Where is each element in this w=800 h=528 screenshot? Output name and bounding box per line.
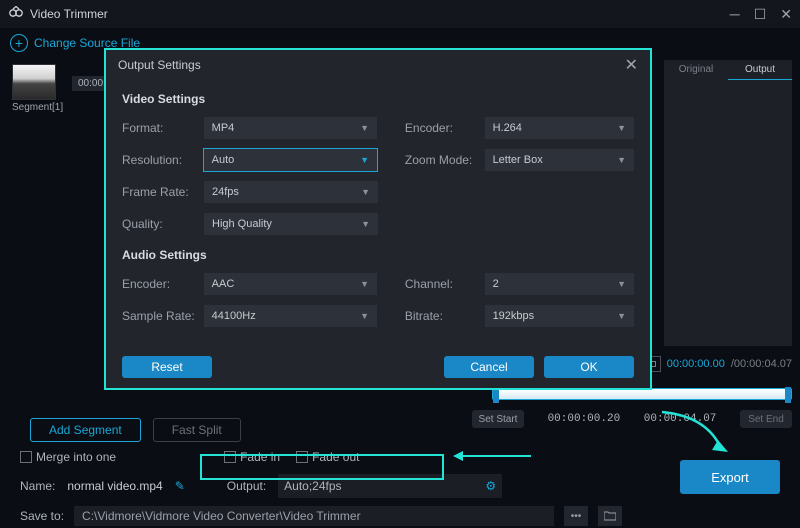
- dialog-close-icon[interactable]: ✕: [625, 55, 638, 75]
- audio-settings-heading: Audio Settings: [122, 248, 634, 262]
- change-source-link[interactable]: Change Source File: [34, 36, 140, 50]
- resolution-select[interactable]: Auto▼: [204, 149, 377, 171]
- close-icon[interactable]: ✕: [780, 6, 792, 23]
- output-settings-dialog: Output Settings ✕ Video Settings Format:…: [106, 50, 650, 388]
- dialog-title: Output Settings: [118, 58, 201, 72]
- chevron-down-icon: ▼: [617, 311, 626, 321]
- output-settings-gear-icon[interactable]: ⚙: [485, 479, 496, 493]
- zoom-select[interactable]: Letter Box▼: [485, 149, 634, 171]
- encoder-select[interactable]: H.264▼: [485, 117, 634, 139]
- quality-label: Quality:: [122, 217, 204, 231]
- current-time: 00:00:00.00: [667, 358, 725, 370]
- name-label: Name:: [20, 479, 55, 493]
- app-title: Video Trimmer: [30, 7, 108, 21]
- chevron-down-icon: ▼: [360, 311, 369, 321]
- set-end-button[interactable]: Set End: [740, 410, 792, 428]
- chevron-down-icon: ▼: [360, 155, 369, 165]
- chevron-down-icon: ▼: [360, 123, 369, 133]
- fade-out-label: Fade out: [312, 450, 359, 464]
- output-field[interactable]: Auto;24fps ⚙: [278, 474, 502, 498]
- tab-original[interactable]: Original: [664, 60, 728, 80]
- browse-button[interactable]: •••: [564, 506, 588, 526]
- bitrate-select[interactable]: 192kbps▼: [485, 305, 634, 327]
- reset-button[interactable]: Reset: [122, 356, 212, 378]
- thumbnail-image: [12, 64, 56, 100]
- chevron-down-icon: ▼: [361, 219, 370, 229]
- aencoder-select[interactable]: AAC▼: [204, 273, 377, 295]
- app-logo-icon: [8, 6, 24, 22]
- total-time: /00:00:04.07: [731, 358, 792, 370]
- channel-label: Channel:: [405, 277, 485, 291]
- fast-split-button[interactable]: Fast Split: [153, 418, 241, 442]
- preview-panel: Original Output: [664, 60, 792, 346]
- encoder-label: Encoder:: [405, 121, 485, 135]
- aencoder-label: Encoder:: [122, 277, 204, 291]
- segment-label: Segment[1]: [12, 102, 56, 113]
- export-button[interactable]: Export: [680, 460, 780, 494]
- format-select[interactable]: MP4▼: [204, 117, 377, 139]
- resolution-label: Resolution:: [122, 153, 204, 167]
- bitrate-label: Bitrate:: [405, 309, 485, 323]
- framerate-select[interactable]: 24fps▼: [204, 181, 378, 203]
- plus-circle-icon[interactable]: +: [10, 34, 28, 52]
- chevron-down-icon: ▼: [361, 187, 370, 197]
- open-folder-button[interactable]: [598, 506, 622, 526]
- add-segment-button[interactable]: Add Segment: [30, 418, 141, 442]
- fade-in-label: Fade in: [240, 450, 280, 464]
- cancel-button[interactable]: Cancel: [444, 356, 534, 378]
- zoom-label: Zoom Mode:: [405, 153, 485, 167]
- annotation-arrow-left: [453, 447, 533, 465]
- channel-select[interactable]: 2▼: [485, 273, 634, 295]
- chevron-down-icon: ▼: [617, 155, 626, 165]
- maximize-icon[interactable]: ☐: [754, 6, 767, 23]
- video-settings-heading: Video Settings: [122, 92, 634, 106]
- titlebar: Video Trimmer ─ ☐ ✕: [0, 0, 800, 28]
- sample-label: Sample Rate:: [122, 309, 204, 323]
- fade-out-checkbox[interactable]: Fade out: [296, 450, 359, 464]
- segment-thumbnail[interactable]: Segment[1]: [12, 64, 56, 114]
- name-value: normal video.mp4: [67, 479, 162, 493]
- edit-name-icon[interactable]: ✎: [175, 479, 185, 493]
- save-path: C:\Vidmore\Vidmore Video Converter\Video…: [74, 506, 554, 526]
- output-label: Output:: [227, 479, 266, 493]
- ok-button[interactable]: OK: [544, 356, 634, 378]
- chevron-down-icon: ▼: [617, 123, 626, 133]
- quality-select[interactable]: High Quality▼: [204, 213, 378, 235]
- start-time: 00:00:00.20: [548, 413, 621, 425]
- format-label: Format:: [122, 121, 204, 135]
- merge-checkbox[interactable]: Merge into one: [20, 450, 116, 464]
- tab-output[interactable]: Output: [728, 60, 792, 80]
- chevron-down-icon: ▼: [360, 279, 369, 289]
- merge-label: Merge into one: [36, 450, 116, 464]
- framerate-label: Frame Rate:: [122, 185, 204, 199]
- set-start-button[interactable]: Set Start: [472, 410, 524, 428]
- minimize-icon[interactable]: ─: [730, 6, 740, 23]
- fade-in-checkbox[interactable]: Fade in: [224, 450, 280, 464]
- end-time: 00:00:04.07: [644, 413, 717, 425]
- output-value: Auto;24fps: [284, 479, 341, 493]
- chevron-down-icon: ▼: [617, 279, 626, 289]
- save-to-label: Save to:: [20, 509, 64, 523]
- sample-select[interactable]: 44100Hz▼: [204, 305, 377, 327]
